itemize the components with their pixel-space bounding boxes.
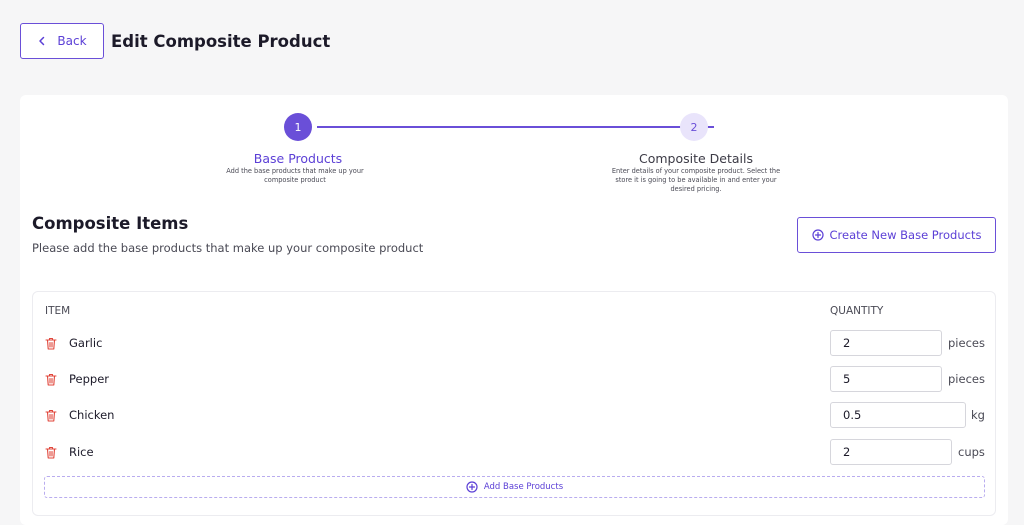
table-row: Pepper pieces (33, 366, 997, 392)
item-name: Rice (69, 445, 94, 459)
plus-circle-icon (466, 481, 478, 493)
step-2-title: Composite Details (638, 151, 754, 166)
composite-items-table: ITEM QUANTITY Garlic pieces Pepper piece… (32, 291, 996, 516)
step-1-title: Base Products (253, 151, 343, 166)
item-name: Pepper (69, 372, 110, 386)
quantity-input[interactable] (830, 366, 942, 392)
back-button[interactable]: Back (20, 23, 104, 59)
page-header: Back Edit Composite Product (20, 23, 330, 59)
chevron-left-icon (39, 36, 45, 46)
unit-label: pieces (948, 336, 985, 350)
section-title: Composite Items (32, 214, 189, 233)
unit-label: pieces (948, 372, 985, 386)
table-row: Garlic pieces (33, 330, 997, 356)
step-2-description: Enter details of your composite product.… (611, 167, 781, 193)
quantity-input[interactable] (830, 402, 966, 428)
page-title: Edit Composite Product (111, 31, 331, 51)
item-name: Chicken (69, 408, 115, 422)
section-subtitle: Please add the base products that make u… (32, 241, 424, 255)
quantity-input[interactable] (830, 439, 952, 465)
step-2-indicator[interactable]: 2 (680, 113, 708, 141)
trash-icon[interactable] (45, 409, 57, 422)
plus-circle-icon (811, 229, 824, 241)
step-1-indicator[interactable]: 1 (284, 113, 312, 141)
item-name: Garlic (69, 336, 103, 350)
create-base-products-label: Create New Base Products (829, 228, 982, 242)
back-button-label: Back (57, 34, 87, 48)
quantity-input[interactable] (830, 330, 942, 356)
column-header-quantity: QUANTITY (830, 305, 884, 317)
add-base-products-label: Add Base Products (483, 482, 564, 492)
add-base-products-button[interactable]: Add Base Products (44, 476, 985, 498)
composite-form-card: 1 2 Base Products Add the base products … (20, 95, 1008, 525)
trash-icon[interactable] (45, 337, 57, 350)
table-row: Rice cups (33, 439, 997, 465)
create-base-products-button[interactable]: Create New Base Products (797, 217, 996, 253)
trash-icon[interactable] (45, 373, 57, 386)
unit-label: cups (958, 445, 985, 459)
step-1-description: Add the base products that make up your … (226, 167, 364, 184)
table-row: Chicken kg (33, 402, 997, 428)
unit-label: kg (971, 408, 985, 422)
column-header-item: ITEM (45, 305, 71, 317)
trash-icon[interactable] (45, 446, 57, 459)
stepper-connector (317, 126, 714, 128)
